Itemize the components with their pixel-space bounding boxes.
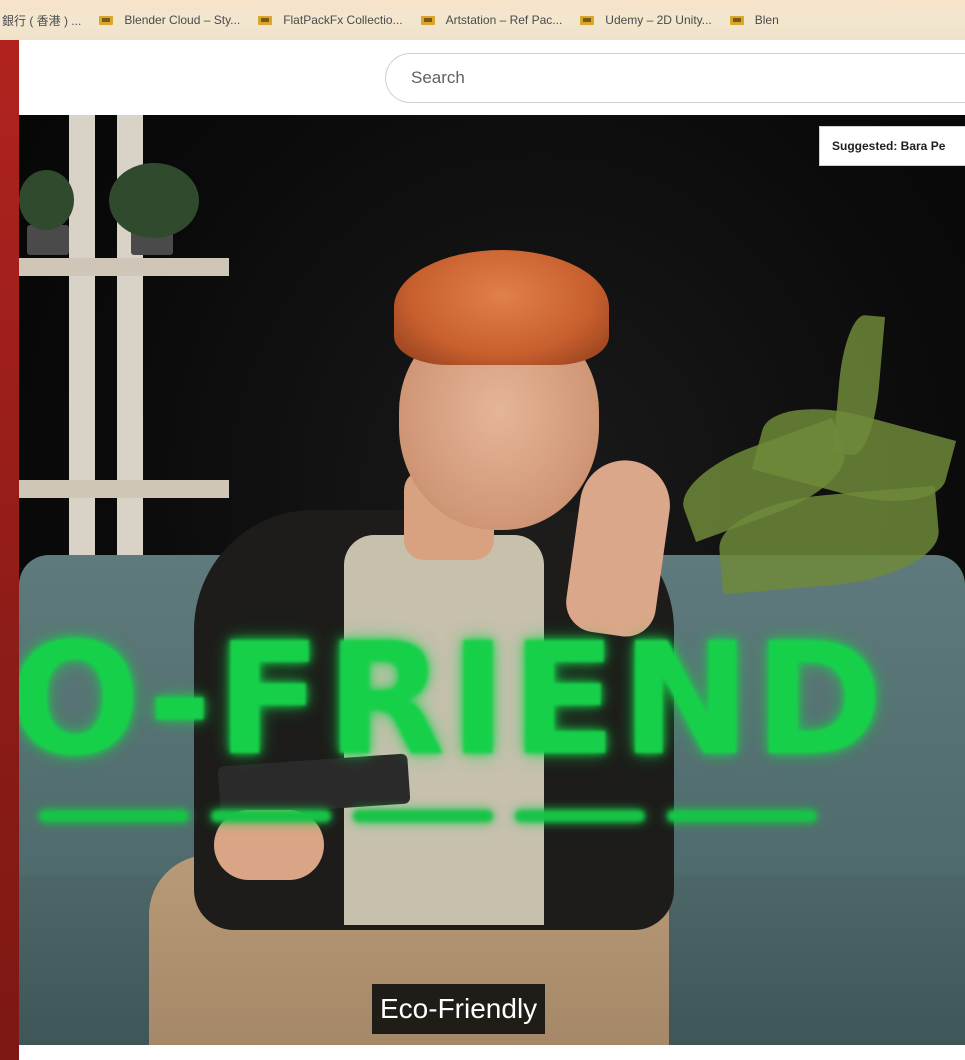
search-input[interactable]: Search xyxy=(385,53,965,103)
bookmark-item[interactable]: Udemy – 2D Unity... xyxy=(579,13,712,27)
window-frame-edge xyxy=(0,0,19,1060)
bookmark-item[interactable]: FlatPackFx Collectio... xyxy=(257,13,403,27)
page-header: Search xyxy=(19,40,965,115)
bookmark-label: Artstation – Ref Pac... xyxy=(445,13,563,27)
folder-icon xyxy=(579,14,595,26)
bookmark-label: Blen xyxy=(754,13,779,27)
suggested-label: Suggested: Bara Pe xyxy=(832,139,946,153)
video-caption: Eco-Friendly xyxy=(372,984,546,1034)
person-hair xyxy=(394,250,609,365)
folder-icon xyxy=(257,14,273,26)
decoration-bar xyxy=(211,810,331,822)
shelf-board xyxy=(19,480,229,498)
overlay-title: O-FRIEND xyxy=(19,609,888,790)
bookmark-item[interactable]: Blen xyxy=(729,13,779,27)
small-plant xyxy=(109,163,199,238)
video-player[interactable]: O-FRIEND Suggested: Bara Pe Eco-Friendly xyxy=(19,115,965,1045)
folder-icon xyxy=(98,14,114,26)
bookmark-label: Blender Cloud – Sty... xyxy=(124,13,241,27)
small-plant xyxy=(19,170,74,230)
page-bottom xyxy=(19,1045,965,1060)
bookmark-label: 銀行 ( 香港 ) ... xyxy=(2,13,82,28)
bookmark-label: FlatPackFx Collectio... xyxy=(283,13,403,27)
folder-icon xyxy=(420,14,436,26)
bookmark-item[interactable]: Artstation – Ref Pac... xyxy=(420,13,563,27)
decoration-bar xyxy=(39,810,189,822)
bookmark-label: Udemy – 2D Unity... xyxy=(605,13,712,27)
bookmark-item[interactable]: Blender Cloud – Sty... xyxy=(98,13,240,27)
search-placeholder: Search xyxy=(411,68,465,87)
decoration-bar xyxy=(667,810,817,822)
overlay-decoration xyxy=(39,810,899,830)
suggested-chip[interactable]: Suggested: Bara Pe xyxy=(819,126,965,166)
folder-icon xyxy=(729,14,745,26)
shelf-board xyxy=(19,258,229,276)
decoration-bar xyxy=(515,810,645,822)
bookmarks-bar: 銀行 ( 香港 ) ... Blender Cloud – Sty... Fla… xyxy=(0,0,965,40)
bookmark-item[interactable]: 銀行 ( 香港 ) ... xyxy=(2,12,81,29)
decoration-bar xyxy=(353,810,493,822)
